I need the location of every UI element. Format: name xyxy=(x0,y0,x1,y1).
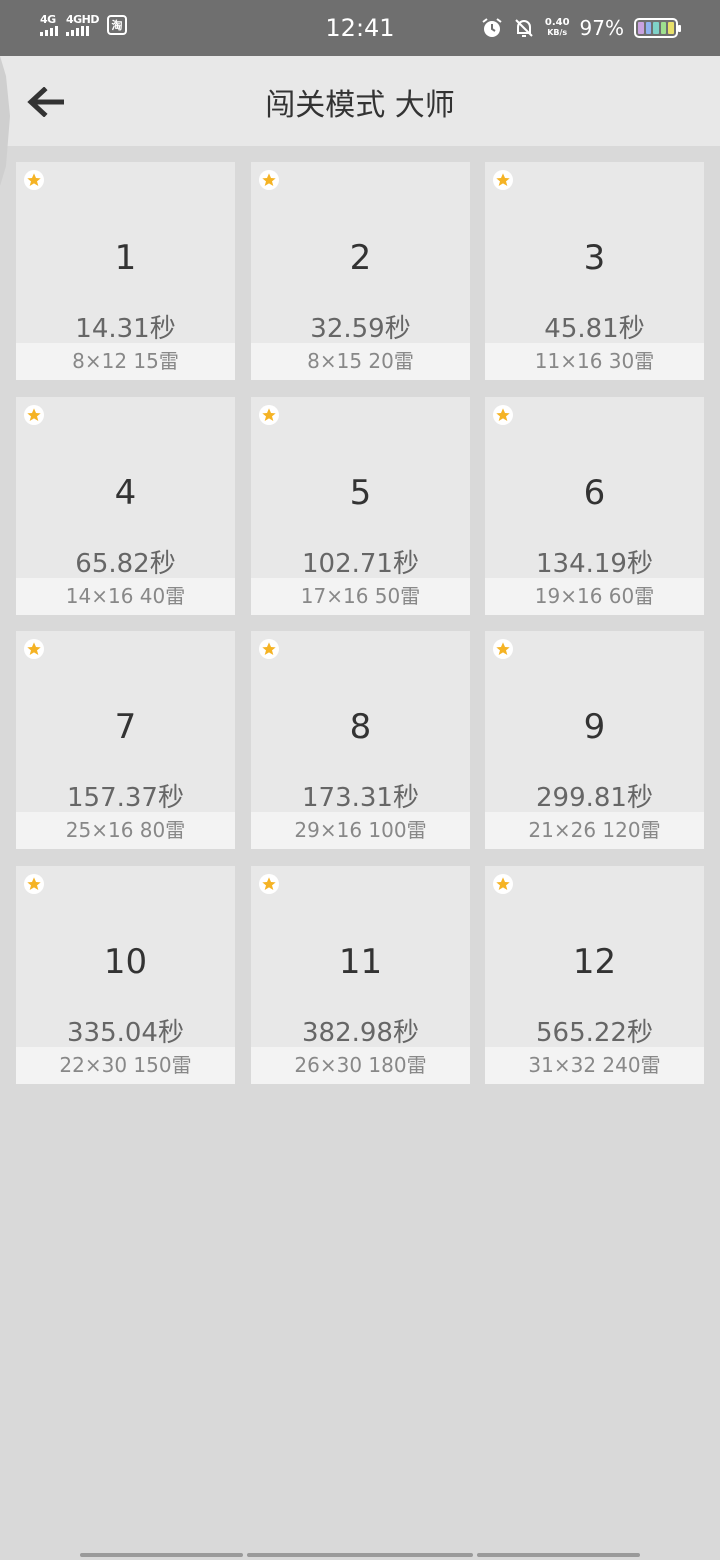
level-tile-11[interactable]: 11 382.98秒 26×30 180雷 xyxy=(251,866,470,1084)
level-number: 7 xyxy=(114,707,137,747)
level-tile-3[interactable]: 3 45.81秒 11×16 30雷 xyxy=(485,162,704,380)
board-info: 8×15 20雷 xyxy=(251,343,470,380)
best-time: 335.04秒 xyxy=(67,1018,184,1048)
nav-indicator-center xyxy=(247,1553,473,1557)
best-time: 45.81秒 xyxy=(544,314,645,344)
level-tile-1[interactable]: 1 14.31秒 8×12 15雷 xyxy=(16,162,235,380)
board-info: 31×32 240雷 xyxy=(485,1047,704,1084)
star-icon xyxy=(259,874,279,894)
level-number: 11 xyxy=(338,942,383,982)
edge-handle xyxy=(0,56,10,186)
mute-bell-icon xyxy=(515,19,533,37)
best-time: 565.22秒 xyxy=(536,1018,653,1048)
star-icon xyxy=(493,874,513,894)
app-bar: 闯关模式 大师 xyxy=(0,56,720,146)
board-info: 17×16 50雷 xyxy=(251,578,470,615)
battery-percent: 97% xyxy=(579,16,624,40)
level-tile-8[interactable]: 8 173.31秒 29×16 100雷 xyxy=(251,631,470,849)
star-icon xyxy=(259,639,279,659)
best-time: 134.19秒 xyxy=(536,549,653,579)
status-bar: 4G 4GHD 淘 12:41 0.40 KB/s 97% xyxy=(0,0,720,56)
best-time: 14.31秒 xyxy=(75,314,176,344)
network-speed: 0.40 KB/s xyxy=(545,18,570,38)
page-title: 闯关模式 大师 xyxy=(265,88,455,123)
board-info: 14×16 40雷 xyxy=(16,578,235,615)
best-time: 32.59秒 xyxy=(310,314,411,344)
level-number: 5 xyxy=(349,473,372,513)
star-icon xyxy=(24,170,44,190)
board-info: 22×30 150雷 xyxy=(16,1047,235,1084)
star-icon xyxy=(24,405,44,425)
level-tile-6[interactable]: 6 134.19秒 19×16 60雷 xyxy=(485,397,704,615)
level-number: 10 xyxy=(103,942,148,982)
level-tile-10[interactable]: 10 335.04秒 22×30 150雷 xyxy=(16,866,235,1084)
star-icon xyxy=(493,170,513,190)
board-info: 29×16 100雷 xyxy=(251,812,470,849)
best-time: 382.98秒 xyxy=(302,1018,419,1048)
star-icon xyxy=(259,170,279,190)
level-number: 6 xyxy=(583,473,606,513)
board-info: 26×30 180雷 xyxy=(251,1047,470,1084)
star-icon xyxy=(493,639,513,659)
level-tile-2[interactable]: 2 32.59秒 8×15 20雷 xyxy=(251,162,470,380)
best-time: 299.81秒 xyxy=(536,783,653,813)
nav-indicator-right xyxy=(477,1553,640,1557)
board-info: 25×16 80雷 xyxy=(16,812,235,849)
level-number: 8 xyxy=(349,707,372,747)
speed-unit: KB/s xyxy=(547,28,568,37)
level-tile-12[interactable]: 12 565.22秒 31×32 240雷 xyxy=(485,866,704,1084)
star-icon xyxy=(24,639,44,659)
level-tile-9[interactable]: 9 299.81秒 21×26 120雷 xyxy=(485,631,704,849)
board-info: 19×16 60雷 xyxy=(485,578,704,615)
level-number: 12 xyxy=(572,942,617,982)
star-icon xyxy=(259,405,279,425)
level-tile-5[interactable]: 5 102.71秒 17×16 50雷 xyxy=(251,397,470,615)
level-tile-4[interactable]: 4 65.82秒 14×16 40雷 xyxy=(16,397,235,615)
level-number: 3 xyxy=(583,238,606,278)
board-info: 21×26 120雷 xyxy=(485,812,704,849)
level-number: 4 xyxy=(114,473,137,513)
board-info: 8×12 15雷 xyxy=(16,343,235,380)
speed-value: 0.40 xyxy=(544,17,570,28)
star-icon xyxy=(24,874,44,894)
level-number: 9 xyxy=(583,707,606,747)
board-info: 11×16 30雷 xyxy=(485,343,704,380)
best-time: 65.82秒 xyxy=(75,549,176,579)
level-number: 1 xyxy=(114,238,137,278)
battery-icon xyxy=(634,18,681,38)
level-tile-7[interactable]: 7 157.37秒 25×16 80雷 xyxy=(16,631,235,849)
nav-indicator-left xyxy=(80,1553,243,1557)
star-icon xyxy=(493,405,513,425)
best-time: 173.31秒 xyxy=(302,783,419,813)
level-number: 2 xyxy=(349,238,372,278)
alarm-icon xyxy=(482,18,502,37)
best-time: 157.37秒 xyxy=(67,783,184,813)
best-time: 102.71秒 xyxy=(302,549,419,579)
status-right: 0.40 KB/s 97% xyxy=(481,16,681,40)
